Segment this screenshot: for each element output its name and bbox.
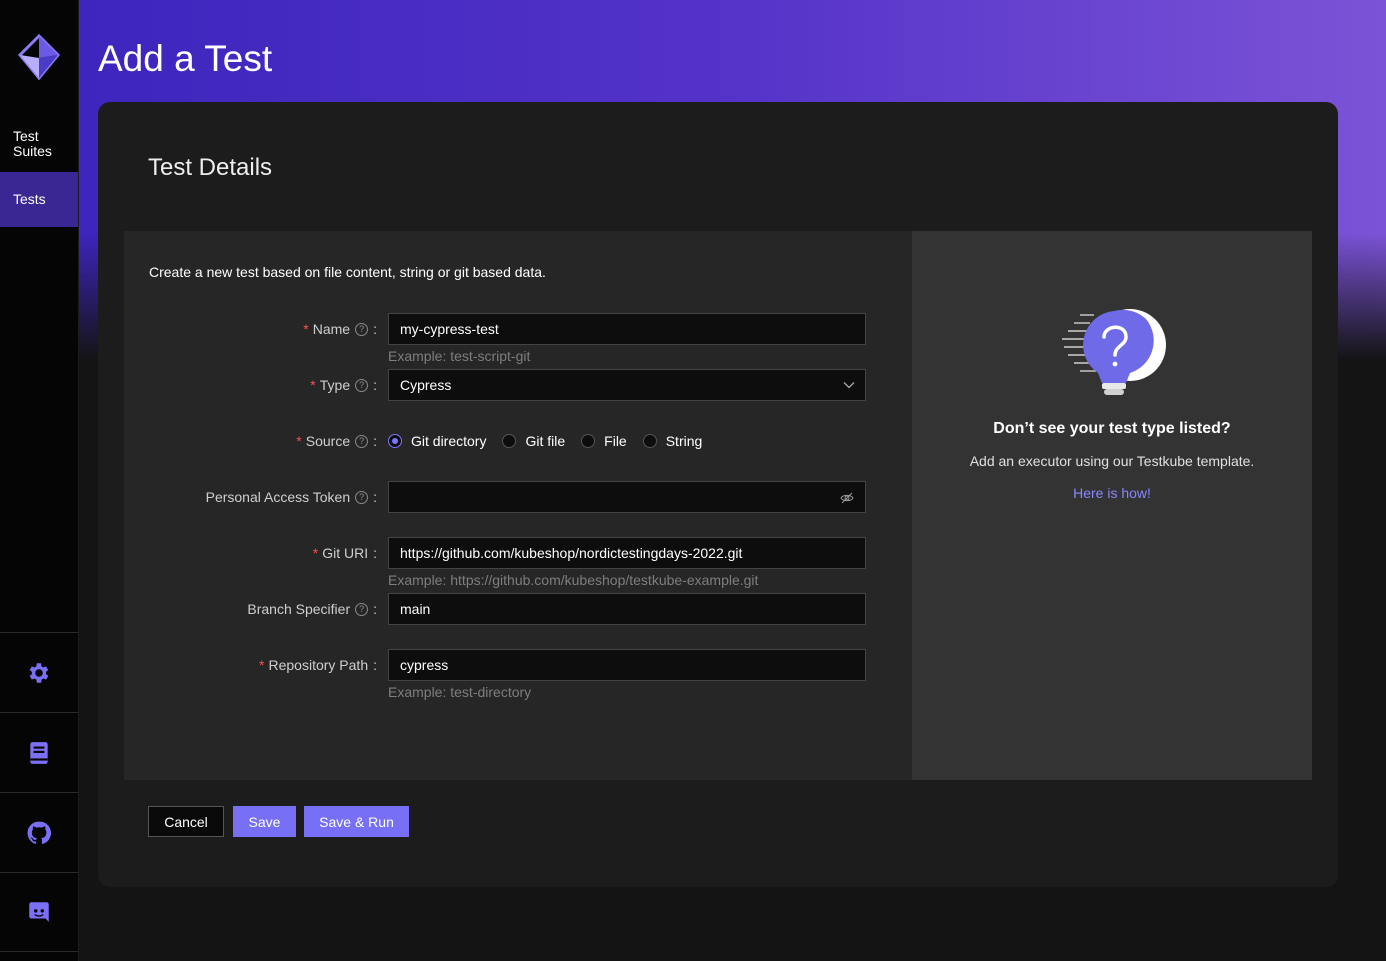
name-input[interactable]: my-cypress-test — [388, 313, 866, 345]
form-intro-text: Create a new test based on file content,… — [149, 264, 546, 280]
source-label: * Source ?: — [296, 433, 377, 449]
git-uri-label: * Git URI: — [312, 545, 377, 561]
branch-label: Branch Specifier ?: — [247, 601, 377, 617]
radio-icon — [581, 434, 596, 448]
git-uri-input[interactable]: https://github.com/kubeshop/nordictestin… — [388, 537, 866, 569]
help-question-icon[interactable]: ? — [355, 490, 369, 504]
github-button[interactable] — [0, 792, 78, 872]
help-question-icon[interactable]: ? — [355, 378, 369, 392]
github-icon — [27, 821, 52, 844]
save-button[interactable]: Save — [233, 806, 296, 837]
source-radio-git-file[interactable]: Git file — [502, 433, 565, 449]
git-uri-hint: Example: https://github.com/kubeshop/tes… — [388, 572, 759, 588]
settings-button[interactable] — [0, 632, 78, 712]
help-question-icon[interactable]: ? — [355, 322, 369, 336]
radio-icon — [642, 434, 657, 448]
source-radio-group: Git directory Git file File String — [388, 430, 718, 452]
type-select[interactable]: Cypress — [388, 369, 866, 401]
discord-button[interactable] — [0, 872, 78, 952]
repo-path-input[interactable]: cypress — [388, 649, 866, 681]
radio-selected-icon — [388, 434, 402, 448]
lightbulb-question-icon — [1062, 309, 1166, 395]
gear-icon — [29, 662, 49, 683]
save-and-run-button[interactable]: Save & Run — [304, 806, 409, 837]
help-panel: Don’t see your test type listed? Add an … — [912, 231, 1312, 780]
test-form: Create a new test based on file content,… — [124, 231, 912, 780]
type-label: * Type ?: — [310, 377, 377, 393]
sidebar-item-test-suites[interactable]: Test Suites — [0, 129, 78, 169]
repo-path-label: * Repository Path: — [259, 657, 377, 673]
test-details-card: Test Details Create a new test based on … — [98, 102, 1338, 887]
help-question-icon[interactable]: ? — [355, 434, 369, 448]
discord-icon — [29, 902, 49, 922]
sidebar-item-label: Test Suites — [13, 128, 52, 159]
token-label: Personal Access Token ?: — [205, 489, 377, 505]
sidebar: Test Suites Tests — [0, 0, 79, 961]
source-radio-file[interactable]: File — [581, 433, 627, 449]
chevron-down-icon — [843, 382, 855, 389]
documentation-button[interactable] — [0, 712, 78, 792]
source-radio-string[interactable]: String — [642, 433, 702, 449]
help-question-icon[interactable]: ? — [355, 602, 369, 616]
repo-path-hint: Example: test-directory — [388, 684, 532, 700]
cancel-button[interactable]: Cancel — [148, 806, 224, 837]
eye-hidden-icon[interactable] — [840, 491, 854, 505]
page-title: Add a Test — [98, 38, 273, 79]
testkube-logo-icon[interactable] — [18, 34, 60, 80]
branch-input[interactable]: main — [388, 593, 866, 625]
help-title: Don’t see your test type listed? — [993, 420, 1231, 437]
sidebar-item-tests[interactable]: Tests — [0, 172, 78, 227]
here-is-how-link[interactable]: Here is how! — [912, 485, 1312, 501]
source-radio-git-directory[interactable]: Git directory — [388, 433, 486, 449]
name-label: * Name ?: — [303, 321, 377, 337]
name-hint: Example: test-script-git — [388, 348, 531, 364]
card-title: Test Details — [148, 154, 273, 181]
book-icon — [30, 741, 48, 764]
sidebar-item-label: Tests — [13, 191, 46, 207]
token-input[interactable] — [388, 481, 866, 513]
radio-icon — [502, 434, 517, 448]
help-text: Add an executor using our Testkube templ… — [969, 453, 1255, 469]
type-select-value: Cypress — [400, 377, 452, 393]
